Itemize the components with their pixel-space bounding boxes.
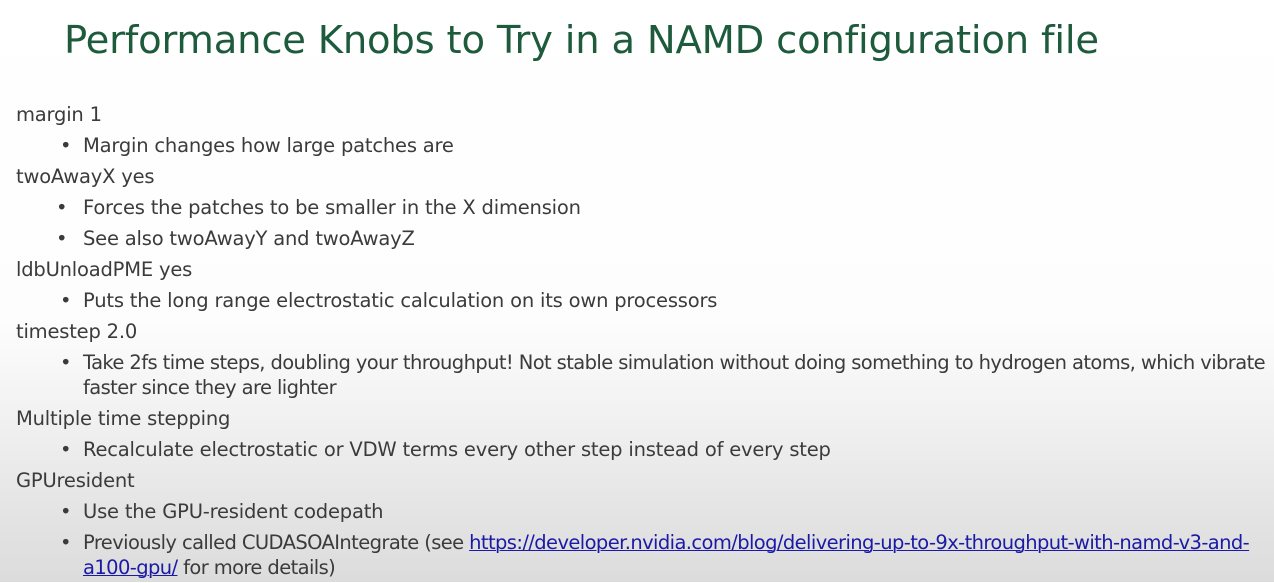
bullet-text: Recalculate electrostatic or VDW terms e…	[83, 438, 831, 461]
bullet-dot-icon: •	[60, 351, 72, 374]
setting-multiple-time-stepping-heading: Multiple time stepping	[16, 407, 231, 430]
bullet-text: Margin changes how large patches are	[83, 134, 454, 157]
bullet-text: Previously called CUDASOAIntegrate (see …	[83, 527, 1268, 583]
bullet-item: • Use the GPU-resident codepath	[16, 496, 1268, 527]
bullet-item: • Previously called CUDASOAIntegrate (se…	[16, 527, 1268, 583]
bullet-dot-icon: •	[60, 500, 72, 523]
bullet-dot-icon: •	[60, 289, 72, 312]
slide: Performance Knobs to Try in a NAMD confi…	[0, 0, 1274, 582]
slide-title: Performance Knobs to Try in a NAMD confi…	[64, 18, 1099, 63]
bullet-text-prefix: Previously called CUDASOAIntegrate (see	[83, 531, 470, 554]
bullet-item: • Puts the long range electrostatic calc…	[16, 285, 1268, 316]
setting-twoawayx-heading: twoAwayX yes	[16, 165, 155, 188]
bullet-dot-icon: •	[56, 196, 68, 219]
bullet-dot-icon: •	[60, 134, 72, 157]
bullet-text-suffix: for more details)	[177, 556, 336, 579]
setting-margin-heading: margin 1	[16, 103, 102, 126]
bullet-dot-icon: •	[60, 531, 72, 554]
slide-content: margin 1 • Margin changes how large patc…	[16, 99, 1268, 583]
bullet-item: • Margin changes how large patches are	[16, 130, 1268, 161]
bullet-dot-icon: •	[56, 227, 68, 250]
bullet-item: • Forces the patches to be smaller in th…	[16, 192, 1268, 223]
bullet-text: Use the GPU-resident codepath	[83, 500, 384, 523]
bullet-text: Take 2fs time steps, doubling your throu…	[83, 351, 1266, 399]
setting-timestep-heading: timestep 2.0	[16, 320, 138, 343]
bullet-text: Forces the patches to be smaller in the …	[83, 196, 581, 219]
bullet-item: • See also twoAwayY and twoAwayZ	[16, 223, 1268, 254]
bullet-item: • Recalculate electrostatic or VDW terms…	[16, 434, 1268, 465]
setting-gpuresident-heading: GPUresident	[16, 469, 135, 492]
bullet-text: Puts the long range electrostatic calcul…	[83, 289, 718, 312]
bullet-dot-icon: •	[60, 438, 72, 461]
bullet-item: • Take 2fs time steps, doubling your thr…	[16, 347, 1268, 403]
bullet-text: See also twoAwayY and twoAwayZ	[83, 227, 415, 250]
setting-ldbunloadpme-heading: ldbUnloadPME yes	[16, 258, 193, 281]
